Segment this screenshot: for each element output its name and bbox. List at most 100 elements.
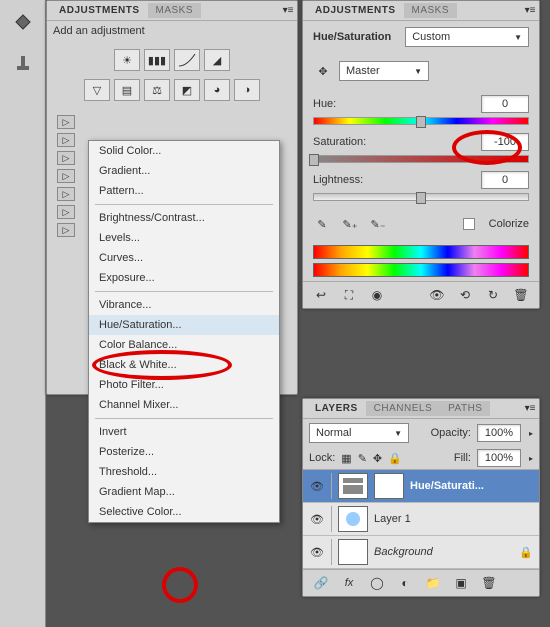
delete-adjustment-icon[interactable]: 🗑 bbox=[511, 286, 531, 304]
saturation-value[interactable]: -100 bbox=[481, 133, 529, 151]
panel-menu-icon-right[interactable]: ▾≡ bbox=[521, 2, 539, 20]
new-group-icon[interactable]: 📁 bbox=[423, 574, 443, 592]
fill-stepper-icon[interactable]: ▸ bbox=[529, 454, 533, 463]
link-layers-icon[interactable]: 🔗 bbox=[311, 574, 331, 592]
menu-item[interactable]: Pattern... bbox=[89, 181, 279, 201]
menu-item[interactable]: Curves... bbox=[89, 248, 279, 268]
layer-fx-icon[interactable]: fx bbox=[339, 574, 359, 592]
preset-expand-1[interactable]: ▷ bbox=[57, 115, 75, 129]
eyedropper-subtract-icon[interactable]: ✎₋ bbox=[369, 215, 387, 233]
lightness-label: Lightness: bbox=[313, 174, 475, 186]
tab-channels[interactable]: CHANNELS bbox=[366, 401, 440, 416]
menu-item[interactable]: Photo Filter... bbox=[89, 375, 279, 395]
fill-label: Fill: bbox=[454, 452, 471, 464]
adj-curves-icon[interactable] bbox=[174, 49, 200, 71]
targeted-adjustment-icon[interactable]: ✥ bbox=[313, 65, 333, 78]
menu-item[interactable]: Posterize... bbox=[89, 442, 279, 462]
lock-all-icon[interactable]: 🔒 bbox=[388, 452, 402, 465]
preset-expand-3[interactable]: ▷ bbox=[57, 151, 75, 165]
opacity-stepper-icon[interactable]: ▸ bbox=[529, 429, 533, 438]
layers-panel-menu-icon[interactable]: ▾≡ bbox=[521, 400, 539, 418]
layer-name[interactable]: Background bbox=[374, 546, 433, 558]
menu-item[interactable]: Gradient... bbox=[89, 161, 279, 181]
preset-expand-5[interactable]: ▷ bbox=[57, 187, 75, 201]
clip-to-layer-icon[interactable]: ◉ bbox=[367, 286, 387, 304]
delete-layer-icon[interactable]: 🗑 bbox=[479, 574, 499, 592]
visibility-toggle-icon[interactable]: 👁 bbox=[309, 511, 325, 527]
layer-row[interactable]: 👁 Background 🔒 bbox=[303, 536, 539, 569]
preset-expand-7[interactable]: ▷ bbox=[57, 223, 75, 237]
adj-bw-icon[interactable]: ◩ bbox=[174, 79, 200, 101]
fill-value[interactable]: 100% bbox=[477, 449, 521, 467]
adj-colorbalance-icon[interactable]: ⚖ bbox=[144, 79, 170, 101]
lock-image-icon[interactable]: ✎ bbox=[358, 452, 367, 465]
layer-name[interactable]: Layer 1 bbox=[374, 513, 411, 525]
menu-item[interactable]: Vibrance... bbox=[89, 295, 279, 315]
layer-row[interactable]: 👁 Layer 1 bbox=[303, 503, 539, 536]
preset-dropdown[interactable]: Custom ▼ bbox=[405, 27, 529, 47]
tab-adjustments-right[interactable]: ADJUSTMENTS bbox=[307, 3, 404, 18]
expand-view-icon[interactable]: ⛶ bbox=[339, 286, 359, 304]
tab-adjustments-left[interactable]: ADJUSTMENTS bbox=[51, 3, 148, 18]
menu-item[interactable]: Channel Mixer... bbox=[89, 395, 279, 415]
menu-item[interactable]: Threshold... bbox=[89, 462, 279, 482]
menu-item[interactable]: Black & White... bbox=[89, 355, 279, 375]
adj-levels-icon[interactable]: ▮▮▮ bbox=[144, 49, 170, 71]
tool-stamp-icon[interactable] bbox=[5, 44, 41, 80]
colorize-checkbox[interactable] bbox=[463, 218, 475, 230]
layer-thumbnail bbox=[338, 506, 368, 532]
color-ramp-top bbox=[313, 245, 529, 259]
adj-exposure-icon[interactable]: ◢ bbox=[204, 49, 230, 71]
menu-item[interactable]: Exposure... bbox=[89, 268, 279, 288]
adj-channelmixer-icon[interactable]: ◑ bbox=[234, 79, 260, 101]
add-mask-icon[interactable]: ◯ bbox=[367, 574, 387, 592]
lock-icon: 🔒 bbox=[519, 546, 533, 559]
layer-name[interactable]: Hue/Saturati... bbox=[410, 480, 484, 492]
adj-photofilter-icon[interactable]: ◕ bbox=[204, 79, 230, 101]
lock-position-icon[interactable]: ✥ bbox=[373, 452, 382, 465]
lock-transparent-icon[interactable]: ▦ bbox=[341, 452, 351, 465]
preset-expand-4[interactable]: ▷ bbox=[57, 169, 75, 183]
menu-item[interactable]: Invert bbox=[89, 422, 279, 442]
adj-huesaturation-icon[interactable]: ▤ bbox=[114, 79, 140, 101]
tab-layers[interactable]: LAYERS bbox=[307, 401, 366, 416]
menu-item[interactable]: Solid Color... bbox=[89, 141, 279, 161]
lightness-value[interactable]: 0 bbox=[481, 171, 529, 189]
reset-previous-icon[interactable]: ⟲ bbox=[455, 286, 475, 304]
hue-slider[interactable] bbox=[313, 117, 529, 125]
hue-value[interactable]: 0 bbox=[481, 95, 529, 113]
reset-default-icon[interactable]: ↻ bbox=[483, 286, 503, 304]
tool-fill-icon[interactable] bbox=[5, 4, 41, 40]
adj-vibrance-icon[interactable]: ▽ bbox=[84, 79, 110, 101]
visibility-toggle-icon[interactable]: 👁 bbox=[309, 544, 325, 560]
menu-item[interactable]: Brightness/Contrast... bbox=[89, 208, 279, 228]
preset-expand-6[interactable]: ▷ bbox=[57, 205, 75, 219]
adj-brightness-icon[interactable]: ☀ bbox=[114, 49, 140, 71]
chevron-down-icon: ▼ bbox=[514, 33, 522, 42]
visibility-toggle-icon[interactable]: 👁 bbox=[309, 478, 325, 494]
toggle-visibility-icon[interactable]: 👁 bbox=[427, 286, 447, 304]
preset-dropdown-value: Custom bbox=[412, 31, 450, 43]
return-icon[interactable]: ↩ bbox=[311, 286, 331, 304]
saturation-slider[interactable] bbox=[313, 155, 529, 163]
blend-mode-dropdown[interactable]: Normal▼ bbox=[309, 423, 409, 443]
tab-masks-left[interactable]: MASKS bbox=[148, 3, 202, 18]
tab-paths[interactable]: PATHS bbox=[440, 401, 490, 416]
menu-item[interactable]: Levels... bbox=[89, 228, 279, 248]
channel-dropdown[interactable]: Master ▼ bbox=[339, 61, 429, 81]
lightness-slider[interactable] bbox=[313, 193, 529, 201]
panel-menu-icon[interactable]: ▾≡ bbox=[279, 2, 297, 20]
opacity-value[interactable]: 100% bbox=[477, 424, 521, 442]
new-layer-icon[interactable]: ▣ bbox=[451, 574, 471, 592]
menu-item[interactable]: Selective Color... bbox=[89, 502, 279, 522]
preset-expand-2[interactable]: ▷ bbox=[57, 133, 75, 147]
tab-masks-right[interactable]: MASKS bbox=[404, 3, 458, 18]
eyedropper-add-icon[interactable]: ✎₊ bbox=[341, 215, 359, 233]
menu-item[interactable]: Hue/Saturation... bbox=[89, 315, 279, 335]
new-fill-adjustment-icon[interactable]: ◐ bbox=[395, 574, 415, 592]
menu-item[interactable]: Color Balance... bbox=[89, 335, 279, 355]
layer-mask-thumbnail[interactable] bbox=[374, 473, 404, 499]
eyedropper-icon[interactable]: ✎ bbox=[313, 215, 331, 233]
layer-row[interactable]: 👁 Hue/Saturati... bbox=[303, 470, 539, 503]
menu-item[interactable]: Gradient Map... bbox=[89, 482, 279, 502]
